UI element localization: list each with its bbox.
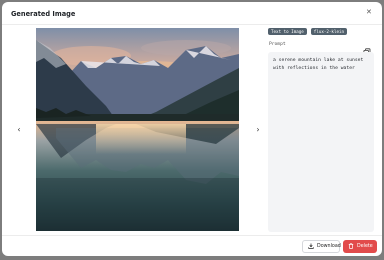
prompt-label: Prompt [269, 42, 286, 47]
chevron-left-icon[interactable]: ‹ [14, 125, 24, 135]
generated-image [36, 28, 239, 231]
close-icon[interactable]: ✕ [366, 9, 372, 16]
dialog-title: Generated Image [11, 10, 76, 18]
chevron-right-icon[interactable]: › [253, 125, 263, 135]
tag-mode: Text to Image [268, 28, 307, 36]
image-dialog: Generated Image ✕ ‹ › Text to Image flux… [2, 2, 382, 256]
download-label: Download [317, 244, 341, 249]
prompt-text: a serene mountain lake at sunset with re… [273, 58, 364, 71]
tag-list: Text to Image flux-2-klein [268, 28, 348, 36]
trash-icon [348, 242, 354, 251]
download-icon [308, 243, 314, 251]
download-button[interactable]: Download [302, 240, 341, 253]
delete-label: Delete [357, 244, 373, 249]
divider [2, 24, 382, 25]
divider [2, 235, 382, 236]
copy-icon[interactable] [363, 41, 371, 56]
prompt-box: a serene mountain lake at sunset with re… [268, 52, 374, 232]
delete-button[interactable]: Delete [343, 240, 377, 253]
tag-model: flux-2-klein [310, 28, 348, 36]
